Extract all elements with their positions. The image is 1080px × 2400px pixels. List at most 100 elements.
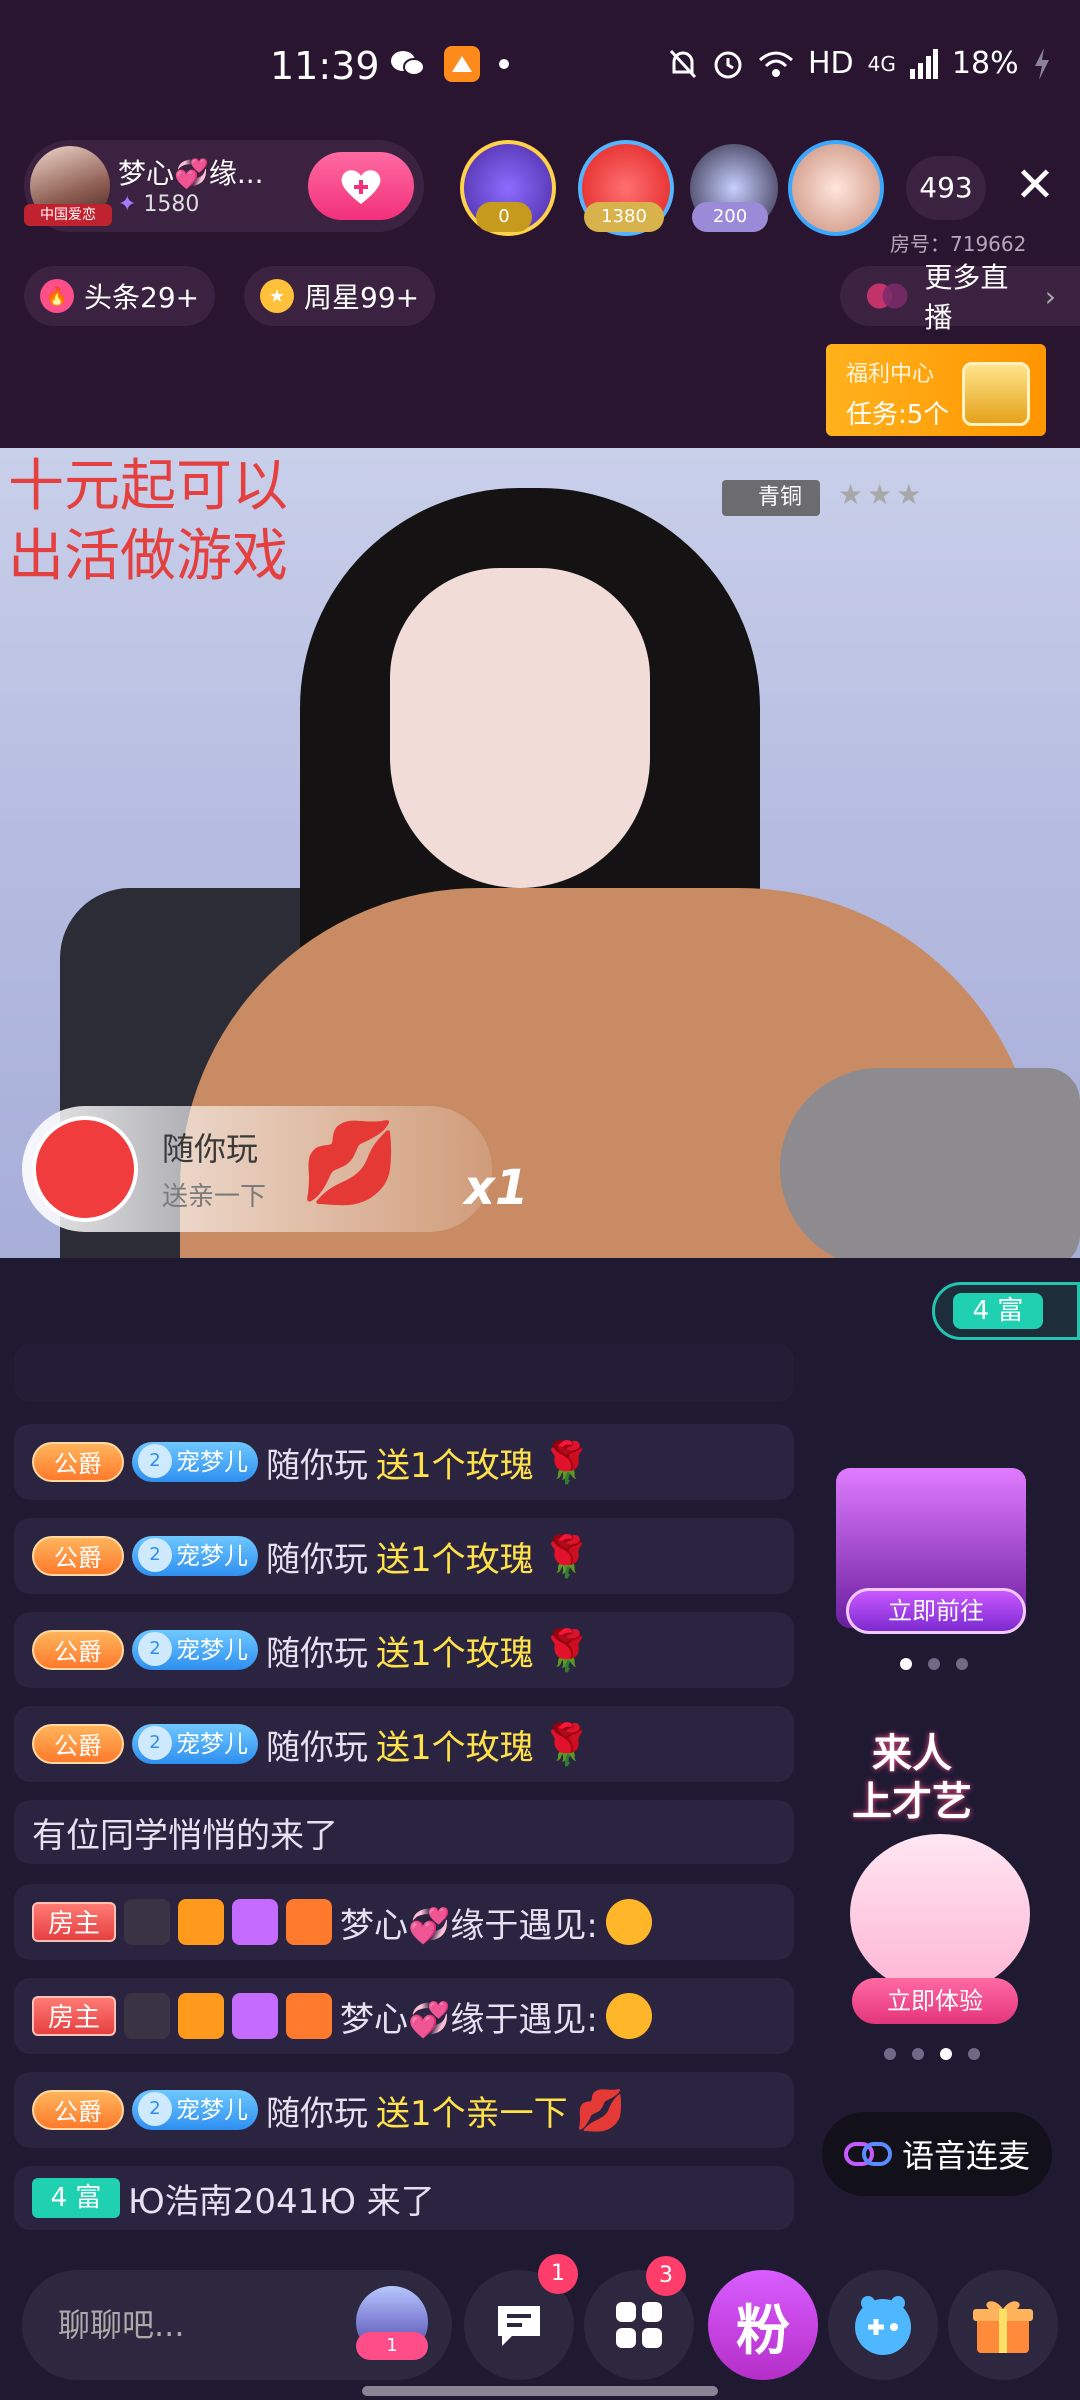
home-indicator[interactable] [362, 2386, 718, 2396]
chat-username[interactable]: 梦心💞缘于遇见: [340, 1992, 598, 2041]
voice-link-label: 语音连麦 [901, 2137, 1030, 2175]
pet-level: 2 [138, 1538, 172, 1572]
follow-button[interactable] [308, 152, 414, 220]
host-avatar-badge: 中国爱恋 [24, 204, 112, 226]
talent-try-button[interactable]: 立即体验 [852, 1978, 1018, 2024]
video-microphone [780, 1068, 1080, 1258]
pet-badge: 2 宠梦儿 [132, 1536, 258, 1576]
pet-badge: 2 宠梦儿 [132, 1724, 258, 1764]
level-badge-icon [178, 1899, 224, 1945]
messages-count-badge: 1 [538, 2254, 578, 2294]
chat-input-placeholder: 聊聊吧... [58, 2306, 185, 2344]
more-live-button[interactable]: 更多直播 › [840, 261, 1080, 334]
duke-badge: 公爵 [32, 1724, 124, 1764]
promo-line-2: 出活做游戏 [8, 524, 288, 589]
weekstar-tag[interactable]: ★ 周星99+ [244, 266, 436, 326]
pet-name: 宠梦儿 [176, 1730, 248, 1758]
gift-box-icon [973, 2301, 1033, 2353]
close-icon: ✕ [1014, 157, 1056, 213]
pet-level: 2 [138, 1632, 172, 1666]
pet-name: 宠梦儿 [176, 1542, 248, 1570]
chat-username[interactable]: 梦心💞缘于遇见: [340, 1898, 598, 1947]
user-avatar-badge: 1 [356, 2332, 428, 2360]
gift-sender-avatar [32, 1116, 138, 1222]
rank-emblem-icon [124, 1899, 170, 1945]
chat-message: 公爵 2 宠梦儿 随你玩 送1个亲一下 💋 [14, 2072, 794, 2148]
flame-icon: 🔥 [40, 279, 74, 313]
duke-badge: 公爵 [32, 1536, 124, 1576]
host-badge: 房主 [32, 1996, 116, 2036]
pet-level: 2 [138, 1444, 172, 1478]
talent-title-line-1: 来人 [872, 1731, 952, 1777]
wifi-icon [759, 51, 793, 77]
chat-username[interactable]: 随你玩 [266, 1720, 368, 1769]
rich-badge: 4 富 [32, 2178, 120, 2218]
gift-icon: 🌹 [541, 1627, 592, 1674]
pet-badge: 2 宠梦儿 [132, 2090, 258, 2130]
level-badge-icon [178, 1993, 224, 2039]
viewer-badge-3: 200 [692, 202, 768, 232]
video-streamer-face [390, 568, 650, 888]
chat-message-partial [14, 1344, 794, 1402]
promo-line-1: 十元起可以 [8, 454, 288, 519]
chat-gift-text: 送1个玫瑰 [376, 1727, 534, 1768]
alarm-icon [714, 51, 742, 78]
viewer-avatar-4[interactable] [788, 140, 884, 236]
host-badge: 房主 [32, 1902, 116, 1942]
star-icon: ★ [260, 279, 294, 313]
grid-apps-icon [616, 2302, 662, 2348]
video-promo-text: 十元起可以 出活做游戏 [8, 452, 288, 592]
chat-message: 房主 梦心💞缘于遇见: [14, 1884, 794, 1960]
chat-system-text: 有位同学悄悄的来了 [32, 1815, 338, 1856]
game-button[interactable] [828, 2270, 938, 2380]
chat-username[interactable]: 随你玩 [266, 1626, 368, 1675]
pet-name: 宠梦儿 [176, 1636, 248, 1664]
chat-enter-text: Ю浩南2041Ю 来了 [128, 2181, 435, 2222]
treasure-chest-icon [962, 362, 1030, 426]
chat-message: 4 富 Ю浩南2041Ю 来了 [14, 2166, 794, 2230]
event-go-button[interactable]: 立即前往 [846, 1588, 1026, 1634]
chat-message: 公爵 2 宠梦儿 随你玩 送1个玫瑰 🌹 [14, 1612, 794, 1688]
chat-message: 房主 梦心💞缘于遇见: [14, 1978, 794, 2054]
kiss-lips-icon: 💋 [300, 1116, 400, 1209]
chat-message: 公爵 2 宠梦儿 随你玩 送1个玫瑰 🌹 [14, 1424, 794, 1500]
chat-gift-text: 送1个玫瑰 [376, 1445, 534, 1486]
chat-message: 公爵 2 宠梦儿 随你玩 送1个玫瑰 🌹 [14, 1518, 794, 1594]
gift-sender-name: 随你玩 [162, 1130, 259, 1168]
rank-emblem-icon [124, 1993, 170, 2039]
pet-badge: 2 宠梦儿 [132, 1442, 258, 1482]
hd-label: HD [808, 46, 854, 81]
duke-badge: 公爵 [32, 1442, 124, 1482]
viewer-count[interactable]: 493 [906, 156, 986, 220]
status-right-icons: HD 4G 18% [668, 46, 1051, 81]
shy-face-emoji-icon [605, 1899, 652, 1945]
welfare-title: 福利中心 [846, 362, 935, 387]
chat-username[interactable]: 随你玩 [266, 1532, 368, 1581]
chat-username[interactable]: 随你玩 [266, 1438, 368, 1487]
chat-gift-text: 送1个玫瑰 [376, 1633, 534, 1674]
headline-label: 头条29+ [84, 281, 200, 314]
link-icon [843, 2142, 892, 2166]
shield-badge-icon [286, 1993, 332, 2039]
gift-button[interactable] [948, 2270, 1058, 2380]
close-button[interactable]: ✕ [1010, 160, 1060, 210]
rich-badge: 4 富 [953, 1293, 1043, 1329]
rich-user-entry-pill: 4 富 [932, 1282, 1080, 1340]
event-carousel-dots [900, 1658, 968, 1670]
duke-badge: 公爵 [32, 2090, 124, 2130]
headline-tag[interactable]: 🔥 头条29+ [24, 266, 216, 326]
viewer-badge-1: 0 [476, 202, 532, 232]
viewer-badge-2: 1380 [584, 202, 664, 232]
pet-name: 宠梦儿 [176, 1448, 248, 1476]
voice-link-button[interactable]: 语音连麦 [822, 2112, 1052, 2196]
pet-level: 2 [138, 2092, 172, 2126]
host-fans-value: 1580 [143, 192, 200, 217]
shield-badge-icon [286, 1899, 332, 1945]
talent-banner-title[interactable]: 来人 上才艺 [852, 1730, 972, 1826]
fan-club-button[interactable]: 粉 [708, 2270, 818, 2380]
welfare-center-banner[interactable]: 福利中心 任务:5个 [826, 344, 1046, 436]
app-notification-icon [444, 46, 480, 82]
talent-banner-image[interactable] [850, 1834, 1030, 1994]
battery-label: 18% [951, 46, 1019, 81]
chat-username[interactable]: 随你玩 [266, 2086, 368, 2135]
